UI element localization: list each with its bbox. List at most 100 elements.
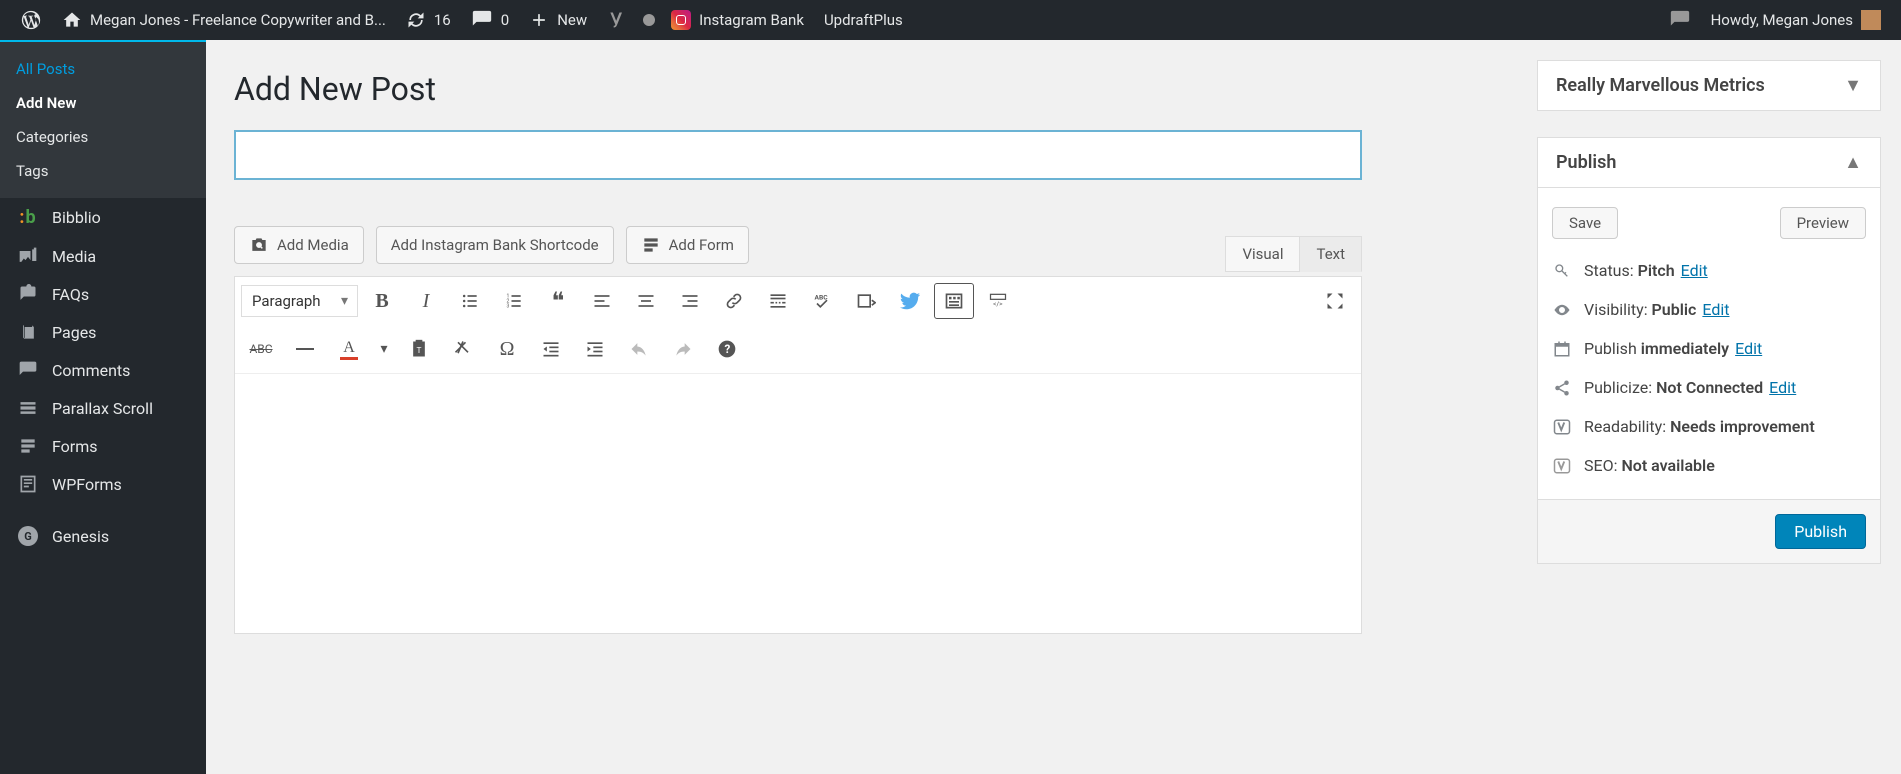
metrics-header[interactable]: Really Marvellous Metrics ▼ <box>1538 61 1880 110</box>
sidebar-item-parallax[interactable]: Parallax Scroll <box>0 389 206 427</box>
undo-button[interactable] <box>619 331 659 367</box>
new-content[interactable]: New <box>519 0 597 40</box>
link-button[interactable] <box>714 283 754 319</box>
comment-icon <box>1669 9 1691 31</box>
indent-button[interactable] <box>575 331 615 367</box>
post-title-input[interactable] <box>234 130 1362 180</box>
schedule-row: Publish immediatelyEdit <box>1552 329 1866 368</box>
my-account[interactable]: Howdy, Megan Jones <box>1701 0 1891 40</box>
editor-toolbar-row-2: ABC A ▾ T Ω ? <box>235 325 1361 373</box>
align-right-button[interactable] <box>670 283 710 319</box>
sidebar-sub-all-posts[interactable]: All Posts <box>0 52 206 86</box>
sidebar-sub-categories[interactable]: Categories <box>0 120 206 154</box>
editor-content-area[interactable] <box>235 373 1361 633</box>
home-icon <box>62 10 82 30</box>
strikethrough-button[interactable]: ABC <box>241 331 281 367</box>
special-char-button[interactable]: Ω <box>487 331 527 367</box>
svg-text:T: T <box>417 346 422 356</box>
read-more-button[interactable] <box>758 283 798 319</box>
parallax-icon <box>16 398 40 418</box>
bullet-list-button[interactable] <box>450 283 490 319</box>
svg-text:3: 3 <box>507 304 510 310</box>
chevron-up-icon: ▲ <box>1844 152 1862 173</box>
edit-visibility-link[interactable]: Edit <box>1702 300 1729 319</box>
numbered-list-button[interactable]: 123 <box>494 283 534 319</box>
yoast-seo-icon <box>1552 457 1572 475</box>
bibblio-icon: :b <box>16 207 40 228</box>
sidebar-sub-tags[interactable]: Tags <box>0 154 206 188</box>
add-instagram-button[interactable]: Add Instagram Bank Shortcode <box>376 226 614 264</box>
twitter-button[interactable] <box>890 283 930 319</box>
blockquote-button[interactable]: ❝ <box>538 283 578 319</box>
visibility-row: Visibility: PublicEdit <box>1552 290 1866 329</box>
text-color-dropdown[interactable]: ▾ <box>373 331 395 367</box>
text-color-button[interactable]: A <box>329 331 369 367</box>
edit-status-link[interactable]: Edit <box>1681 261 1708 280</box>
instagram-bank[interactable]: Instagram Bank <box>661 0 814 40</box>
format-select[interactable]: Paragraph <box>241 285 358 317</box>
outdent-button[interactable] <box>531 331 571 367</box>
clear-formatting-button[interactable] <box>443 331 483 367</box>
spellcheck-button[interactable]: ABC <box>802 283 842 319</box>
distraction-free-button[interactable] <box>846 283 886 319</box>
sidebar-sub-add-new[interactable]: Add New <box>0 86 206 120</box>
svg-text:?: ? <box>725 342 731 356</box>
wordpress-icon <box>20 9 42 31</box>
seo-row: SEO: Not available <box>1552 446 1866 485</box>
add-form-button[interactable]: Add Form <box>626 226 749 264</box>
align-center-button[interactable] <box>626 283 666 319</box>
share-icon <box>1552 379 1572 397</box>
preview-button[interactable]: Preview <box>1780 207 1866 239</box>
comments-icon <box>16 360 40 380</box>
wp-logo-menu[interactable] <box>10 0 52 40</box>
paste-text-button[interactable]: T <box>399 331 439 367</box>
comments[interactable]: 0 <box>461 0 519 40</box>
calendar-icon <box>1552 340 1572 358</box>
publish-button[interactable]: Publish <box>1775 514 1866 549</box>
sidebar-item-bibblio[interactable]: :b Bibblio <box>0 198 206 237</box>
sidebar-item-faqs[interactable]: FAQs <box>0 275 206 313</box>
camera-icon <box>249 235 269 255</box>
genesis-icon: G <box>16 526 40 546</box>
wpforms-icon <box>16 474 40 494</box>
yoast-menu[interactable] <box>597 0 637 40</box>
forms-icon <box>16 436 40 456</box>
refresh-icon <box>406 10 426 30</box>
sidebar-item-genesis[interactable]: G Genesis <box>0 517 206 555</box>
redo-button[interactable] <box>663 331 703 367</box>
yoast-icon <box>607 10 627 30</box>
pages-icon <box>16 322 40 342</box>
updates[interactable]: 16 <box>396 0 461 40</box>
key-icon <box>1552 263 1572 279</box>
sidebar-item-forms[interactable]: Forms <box>0 427 206 465</box>
toolbar-toggle-button[interactable] <box>934 283 974 319</box>
publish-header[interactable]: Publish ▲ <box>1538 138 1880 187</box>
eye-icon <box>1552 301 1572 319</box>
hr-button[interactable] <box>285 331 325 367</box>
bold-button[interactable]: B <box>362 283 402 319</box>
tab-visual[interactable]: Visual <box>1225 236 1300 272</box>
save-button[interactable]: Save <box>1552 207 1618 239</box>
fullscreen-button[interactable] <box>1315 283 1355 319</box>
toolbar-comment-right[interactable] <box>1659 0 1701 40</box>
metrics-box: Really Marvellous Metrics ▼ <box>1537 60 1881 111</box>
help-button[interactable]: ? <box>707 331 747 367</box>
add-media-button[interactable]: Add Media <box>234 226 364 264</box>
sidebar-item-wpforms[interactable]: WPForms <box>0 465 206 503</box>
site-home[interactable]: Megan Jones - Freelance Copywriter and B… <box>52 0 396 40</box>
sidebar-item-media[interactable]: Media <box>0 237 206 275</box>
publicize-row: Publicize: Not ConnectedEdit <box>1552 368 1866 407</box>
sidebar-item-comments[interactable]: Comments <box>0 351 206 389</box>
edit-schedule-link[interactable]: Edit <box>1735 339 1762 358</box>
code-button[interactable]: </> <box>978 283 1018 319</box>
align-left-button[interactable] <box>582 283 622 319</box>
updates-count: 16 <box>434 11 451 29</box>
faq-icon <box>16 284 40 304</box>
sidebar-item-pages[interactable]: Pages <box>0 313 206 351</box>
tab-text[interactable]: Text <box>1300 236 1362 272</box>
instagram-label: Instagram Bank <box>699 11 804 29</box>
publish-box: Publish ▲ Save Preview Status: PitchEdit… <box>1537 137 1881 564</box>
edit-publicize-link[interactable]: Edit <box>1769 378 1796 397</box>
updraftplus[interactable]: UpdraftPlus <box>814 0 913 40</box>
italic-button[interactable]: I <box>406 283 446 319</box>
